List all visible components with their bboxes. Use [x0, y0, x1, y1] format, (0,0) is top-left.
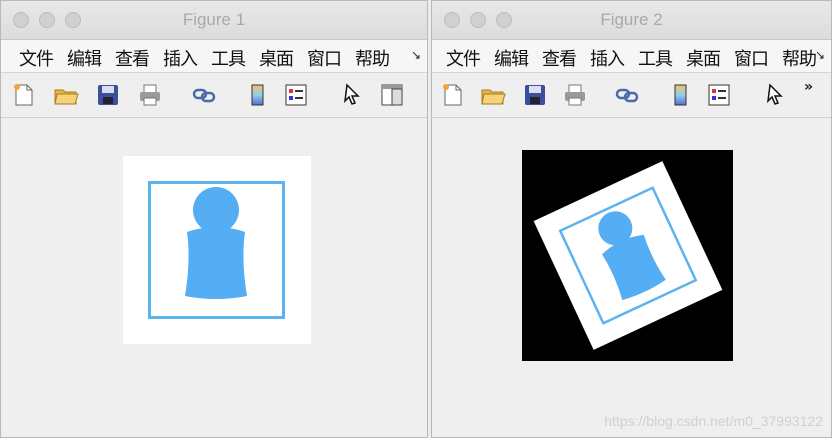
menu-edit[interactable]: 编辑 — [67, 40, 102, 71]
menu-overflow-icon[interactable]: ↘ — [815, 48, 825, 62]
watermark: https://blog.csdn.net/m0_37993122 — [604, 413, 823, 429]
toolbar-overflow-icon[interactable]: » — [804, 79, 813, 95]
print-icon[interactable] — [562, 82, 588, 108]
panel-icon[interactable] — [379, 82, 405, 108]
link-icon[interactable] — [191, 82, 217, 108]
menu-bar: 文件 编辑 查看 插入 工具 桌面 窗口 帮助 ↘ — [1, 40, 427, 73]
window-title: Figure 1 — [182, 10, 246, 29]
save-icon[interactable] — [522, 82, 548, 108]
link-icon[interactable] — [614, 82, 640, 108]
menu-overflow-icon[interactable]: ↘ — [411, 48, 421, 62]
pointer-icon[interactable] — [762, 82, 788, 108]
title-bar[interactable]: Figure 2 — [432, 1, 831, 40]
menu-desktop[interactable]: 桌面 — [686, 40, 721, 71]
menu-insert[interactable]: 插入 — [163, 40, 198, 71]
print-icon[interactable] — [137, 82, 163, 108]
save-icon[interactable] — [95, 82, 121, 108]
menu-view[interactable]: 查看 — [115, 40, 150, 71]
original-image — [123, 156, 311, 344]
menu-tools[interactable]: 工具 — [638, 40, 673, 71]
menu-window[interactable]: 窗口 — [307, 40, 342, 71]
figure-canvas: https://blog.csdn.net/m0_37993122 — [432, 118, 831, 437]
menu-desktop[interactable]: 桌面 — [259, 40, 294, 71]
open-folder-icon[interactable] — [53, 82, 79, 108]
pointer-icon[interactable] — [339, 82, 365, 108]
colorbar-icon[interactable] — [668, 82, 694, 108]
menu-file[interactable]: 文件 — [19, 40, 54, 71]
rotated-image — [522, 150, 733, 361]
person-icon — [185, 187, 247, 299]
window-title: Figure 2 — [600, 10, 663, 29]
menu-bar: 文件 编辑 查看 插入 工具 桌面 窗口 帮助 ↘ — [432, 40, 831, 73]
menu-help[interactable]: 帮助 — [782, 40, 817, 71]
legend-icon[interactable] — [283, 82, 309, 108]
toolbar: » — [432, 73, 831, 118]
menu-view[interactable]: 查看 — [542, 40, 577, 71]
new-file-icon[interactable] — [440, 82, 466, 108]
figure-2-window: Figure 2 文件 编辑 查看 插入 工具 桌面 窗口 帮助 ↘ » htt… — [431, 0, 832, 438]
toolbar — [1, 73, 427, 118]
menu-window[interactable]: 窗口 — [734, 40, 769, 71]
menu-insert[interactable]: 插入 — [590, 40, 625, 71]
menu-edit[interactable]: 编辑 — [494, 40, 529, 71]
colorbar-icon[interactable] — [245, 82, 271, 108]
menu-tools[interactable]: 工具 — [211, 40, 246, 71]
new-file-icon[interactable] — [11, 82, 37, 108]
menu-file[interactable]: 文件 — [446, 40, 481, 71]
legend-icon[interactable] — [706, 82, 732, 108]
title-bar[interactable]: Figure 1 — [1, 1, 427, 40]
menu-help[interactable]: 帮助 — [355, 40, 390, 71]
figure-canvas — [1, 118, 427, 437]
open-folder-icon[interactable] — [480, 82, 506, 108]
figure-1-window: Figure 1 文件 编辑 查看 插入 工具 桌面 窗口 帮助 ↘ — [0, 0, 428, 438]
